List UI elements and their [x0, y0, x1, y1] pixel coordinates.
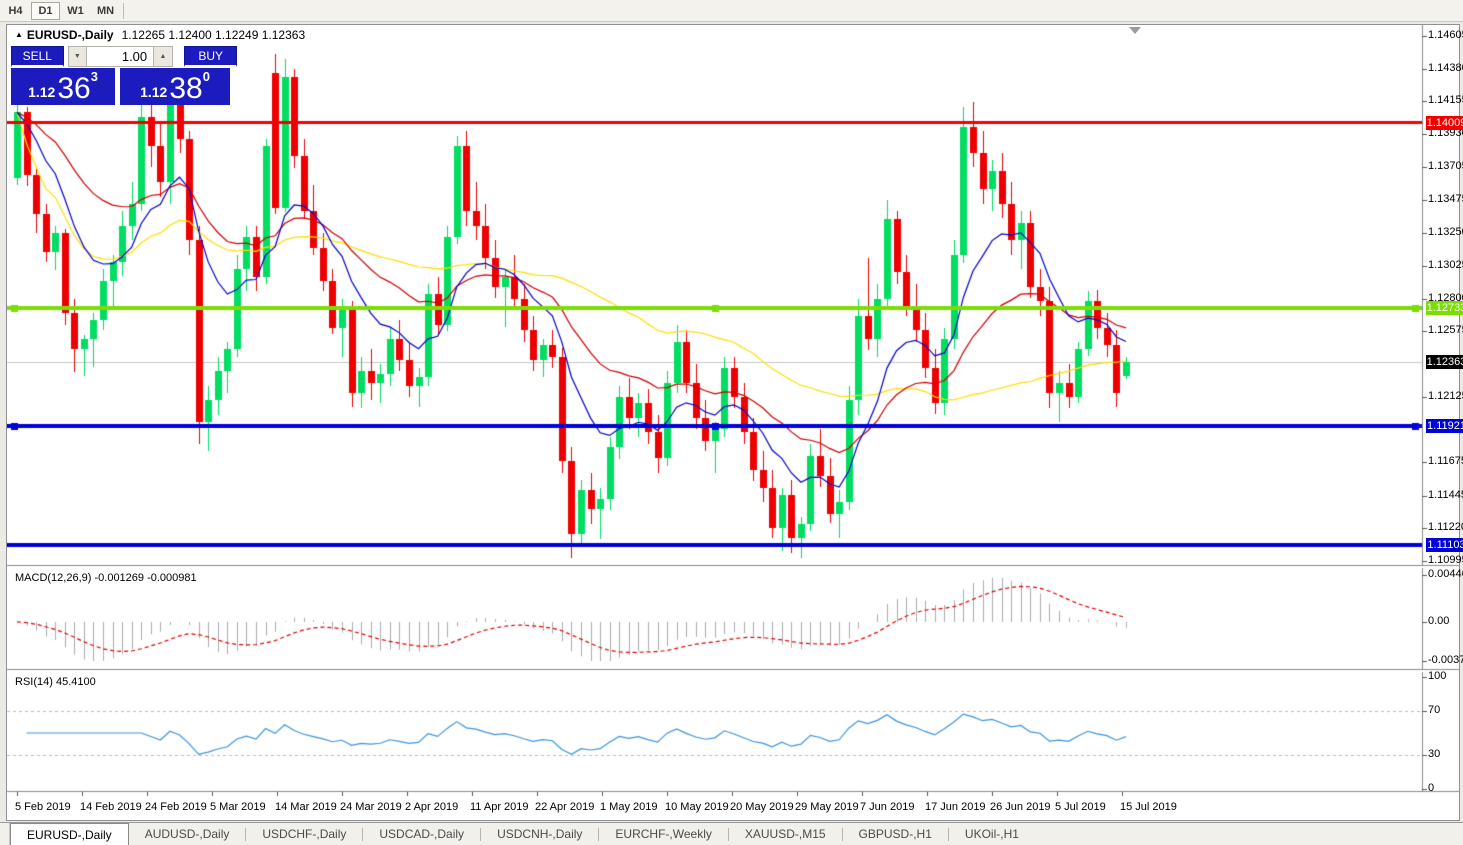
price-axis-label: 1.14155 — [1428, 94, 1463, 106]
macd-axis-label: -0.003715 — [1428, 654, 1463, 666]
rsi-indicator-label: RSI(14) 45.4100 — [15, 676, 96, 688]
toolbar-separator — [123, 3, 124, 19]
tab-scroll-stub[interactable] — [0, 823, 10, 845]
date-axis-label: 7 Jun 2019 — [860, 801, 914, 813]
price-axis-label: 1.13025 — [1428, 259, 1463, 271]
one-click-trade-panel: SELL ▼ ▲ BUY 1.12 36 3 1.12 38 0 — [11, 46, 237, 105]
timeframe-button-h4[interactable]: H4 — [1, 2, 30, 20]
chart-window: ▲ EURUSD-,Daily 1.12265 1.12400 1.12249 1.… — [6, 24, 1460, 821]
date-axis-label: 5 Jul 2019 — [1055, 801, 1106, 813]
date-axis-label: 5 Mar 2019 — [210, 801, 266, 813]
price-axis-label: 1.12575 — [1428, 324, 1463, 336]
price-axis-label: 1.14380 — [1428, 62, 1463, 74]
sell-button[interactable]: SELL — [11, 46, 64, 67]
chart-tab-bar: EURUSD-,DailyAUDUSD-,DailyUSDCHF-,DailyU… — [0, 822, 1463, 845]
chart-tab-usdcnh-daily[interactable]: USDCNH-,Daily — [481, 823, 598, 845]
buy-price-box[interactable]: 1.12 38 0 — [120, 68, 230, 105]
macd-axis-label: 0.00 — [1428, 615, 1449, 627]
sell-price-box[interactable]: 1.12 36 3 — [11, 68, 115, 105]
date-axis-label: 26 Jun 2019 — [990, 801, 1051, 813]
price-badge: 1.12363 — [1426, 355, 1463, 369]
date-axis-label: 5 Feb 2019 — [15, 801, 71, 813]
price-badge: 1.11103 — [1426, 538, 1463, 552]
price-axis-label: 1.11675 — [1428, 455, 1463, 467]
date-axis-label: 24 Mar 2019 — [340, 801, 402, 813]
chart-tab-usdcad-daily[interactable]: USDCAD-,Daily — [363, 823, 480, 845]
chart-tab-xauusd-m15[interactable]: XAUUSD-,M15 — [729, 823, 842, 845]
chart-canvas[interactable] — [7, 25, 1459, 820]
chart-tab-audusd-daily[interactable]: AUDUSD-,Daily — [129, 823, 246, 845]
chart-title: ▲ EURUSD-,Daily 1.12265 1.12400 1.12249 1.… — [15, 28, 305, 42]
rsi-axis-label: 100 — [1428, 670, 1446, 682]
sell-price-prefix: 1.12 — [28, 84, 55, 100]
buy-price-big: 38 — [169, 76, 202, 102]
price-axis-label: 1.13250 — [1428, 226, 1463, 238]
timeframe-toolbar: H4D1W1MN — [0, 0, 1463, 22]
chart-tab-eurusd-daily[interactable]: EURUSD-,Daily — [10, 823, 129, 845]
chart-tab-ukoil-h1[interactable]: UKOil-,H1 — [949, 823, 1035, 845]
price-axis-label: 1.11445 — [1428, 489, 1463, 501]
buy-button[interactable]: BUY — [184, 46, 237, 67]
date-axis-label: 1 May 2019 — [600, 801, 657, 813]
timeframe-button-mn[interactable]: MN — [91, 2, 120, 20]
rsi-axis-label: 30 — [1428, 748, 1440, 760]
collapse-triangle-icon[interactable]: ▲ — [15, 30, 23, 39]
date-axis-label: 14 Mar 2019 — [275, 801, 337, 813]
price-badge: 1.14009 — [1426, 116, 1463, 130]
chart-tab-usdchf-daily[interactable]: USDCHF-,Daily — [246, 823, 362, 845]
date-axis-label: 17 Jun 2019 — [925, 801, 986, 813]
chart-ohlc-values: 1.12265 1.12400 1.12249 1.12363 — [122, 28, 306, 42]
chart-tab-eurchf-weekly[interactable]: EURCHF-,Weekly — [599, 823, 727, 845]
chart-symbol-label: EURUSD-,Daily — [27, 28, 114, 42]
date-axis-label: 24 Feb 2019 — [145, 801, 207, 813]
price-badge: 1.12733 — [1426, 301, 1463, 315]
price-badge: 1.11921 — [1426, 419, 1463, 433]
rsi-axis-label: 70 — [1428, 704, 1440, 716]
rsi-axis-label: 0 — [1428, 782, 1434, 794]
price-axis-label: 1.11220 — [1428, 521, 1463, 533]
volume-decrease-button[interactable]: ▼ — [68, 46, 88, 67]
price-axis-label: 1.13705 — [1428, 160, 1463, 172]
date-axis-label: 10 May 2019 — [665, 801, 729, 813]
date-axis-label: 20 May 2019 — [730, 801, 794, 813]
macd-indicator-label: MACD(12,26,9) -0.001269 -0.000981 — [15, 572, 197, 584]
chart-tab-gbpusd-h1[interactable]: GBPUSD-,H1 — [843, 823, 948, 845]
date-axis-label: 22 Apr 2019 — [535, 801, 594, 813]
timeframe-button-d1[interactable]: D1 — [31, 2, 60, 20]
volume-input[interactable] — [87, 46, 153, 67]
date-axis-label: 14 Feb 2019 — [80, 801, 142, 813]
chart-shift-marker-icon[interactable] — [1129, 27, 1141, 34]
price-axis-label: 1.12125 — [1428, 390, 1463, 402]
date-axis-label: 15 Jul 2019 — [1120, 801, 1177, 813]
macd-axis-label: 0.004465 — [1428, 568, 1463, 580]
sell-price-big: 36 — [57, 76, 90, 102]
volume-increase-button[interactable]: ▲ — [153, 46, 173, 67]
price-axis-label: 1.14605 — [1428, 29, 1463, 41]
date-axis-label: 2 Apr 2019 — [405, 801, 458, 813]
buy-price-prefix: 1.12 — [140, 84, 167, 100]
sell-price-sup: 3 — [91, 69, 98, 84]
price-axis-label: 1.13475 — [1428, 193, 1463, 205]
date-axis-label: 29 May 2019 — [795, 801, 859, 813]
timeframe-button-w1[interactable]: W1 — [61, 2, 90, 20]
price-axis-label: 1.10995 — [1428, 554, 1463, 566]
buy-price-sup: 0 — [203, 69, 210, 84]
date-axis-label: 11 Apr 2019 — [470, 801, 529, 813]
